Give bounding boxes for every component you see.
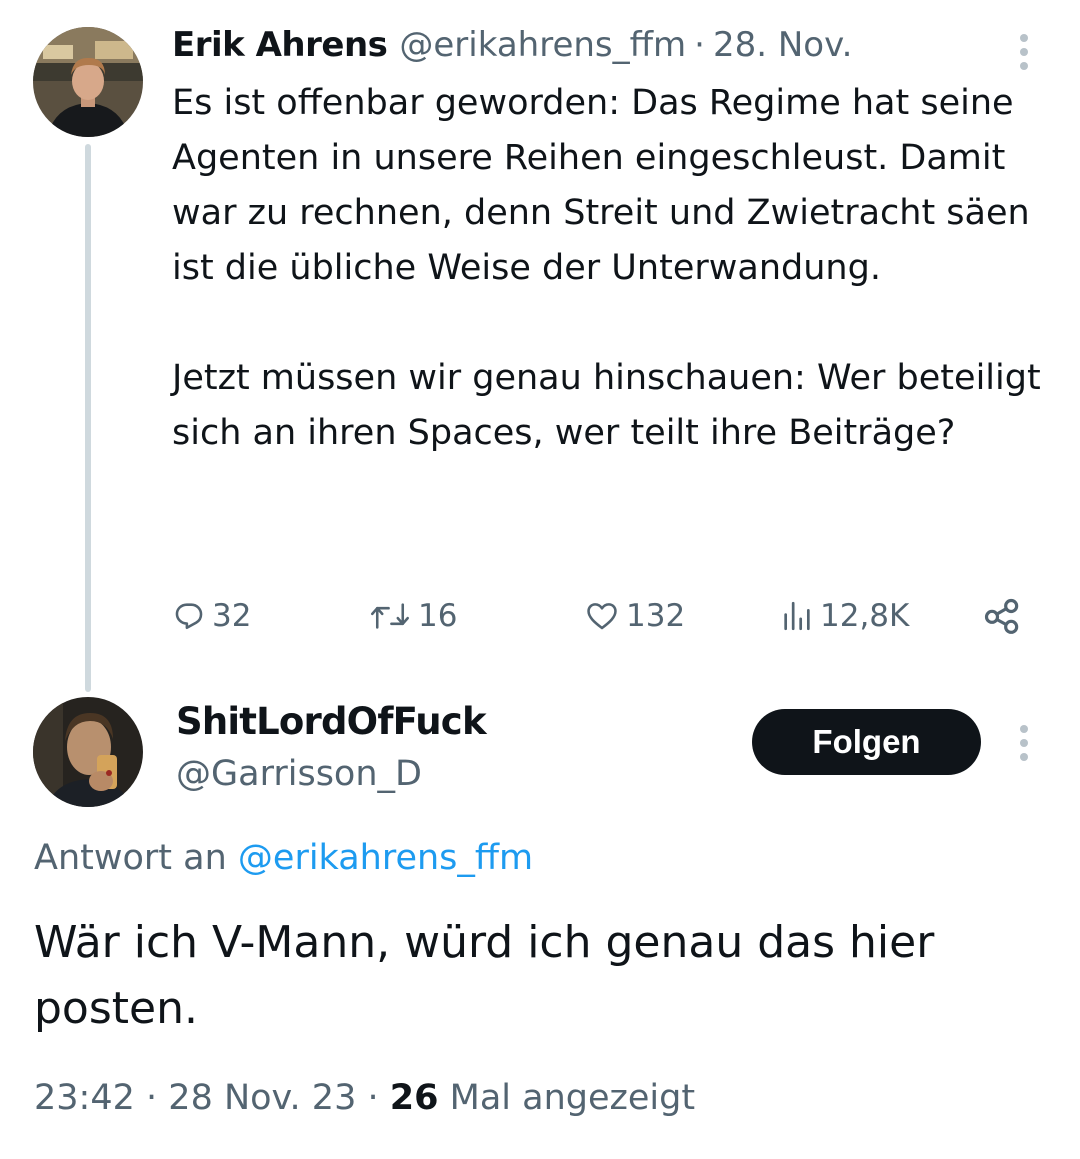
heart-icon — [587, 603, 617, 630]
header-separator: · — [694, 25, 705, 65]
like-button[interactable]: 132 — [584, 590, 685, 642]
tweet-text-paragraph: Es ist offenbar geworden: Das Regime hat… — [172, 83, 1030, 288]
more-icon[interactable] — [1016, 725, 1032, 761]
reply-icon — [175, 603, 203, 630]
meta-separator: · — [146, 1078, 158, 1118]
views-label: Mal angezeigt — [449, 1078, 696, 1118]
share-button[interactable] — [982, 590, 1022, 642]
reply-mention-link[interactable]: @erikahrens_ffm — [238, 838, 533, 878]
more-icon[interactable] — [1016, 34, 1032, 70]
views-button[interactable]: 12,8K — [780, 590, 909, 642]
tweet-meta: 23:42 · 28 Nov. 23 · 26 Mal angezeigt — [34, 1078, 695, 1118]
views-icon — [784, 601, 810, 631]
views-count: 26 — [389, 1078, 439, 1118]
tweet-date[interactable]: 28. Nov. — [713, 25, 852, 65]
tweet-action-bar: 32 16 132 12,8K — [170, 590, 1030, 642]
author-name[interactable]: Erik Ahrens — [172, 25, 388, 65]
repost-icon — [371, 603, 409, 629]
meta-separator: · — [367, 1078, 379, 1118]
like-count: 132 — [626, 598, 686, 634]
reply-count: 32 — [212, 598, 252, 634]
tweet-text: Wär ich V-Mann, würd ich genau das hier … — [34, 917, 935, 1034]
tweet-text: Es ist offenbar geworden: Das Regime hat… — [172, 76, 1062, 461]
avatar[interactable] — [33, 27, 143, 137]
tweet-date[interactable]: 28 Nov. 23 — [168, 1078, 356, 1118]
reply-prefix: Antwort an — [34, 838, 227, 878]
avatar-photo-erik — [33, 27, 143, 137]
avatar[interactable] — [33, 697, 143, 807]
avatar-photo-garrisson — [33, 697, 143, 807]
reply-button[interactable]: 32 — [172, 590, 251, 642]
tweet-text-paragraph: Jetzt müssen wir genau hinschauen: Wer b… — [172, 358, 1041, 453]
thread-connector-line — [85, 144, 91, 692]
author-handle[interactable]: @erikahrens_ffm — [399, 25, 686, 65]
repost-count: 16 — [418, 598, 458, 634]
tweet-header: Erik Ahrens @erikahrens_ffm · 28. Nov. — [172, 22, 852, 68]
repost-button[interactable]: 16 — [368, 590, 457, 642]
share-icon — [984, 598, 1019, 634]
follow-button[interactable]: Folgen — [752, 709, 981, 775]
reply-context: Antwort an @erikahrens_ffm — [34, 838, 533, 878]
views-count: 12,8K — [820, 598, 910, 634]
author-name[interactable]: ShitLordOfFuck — [176, 700, 487, 743]
author-handle[interactable]: @Garrisson_D — [176, 754, 422, 794]
tweet-time[interactable]: 23:42 — [34, 1078, 135, 1118]
